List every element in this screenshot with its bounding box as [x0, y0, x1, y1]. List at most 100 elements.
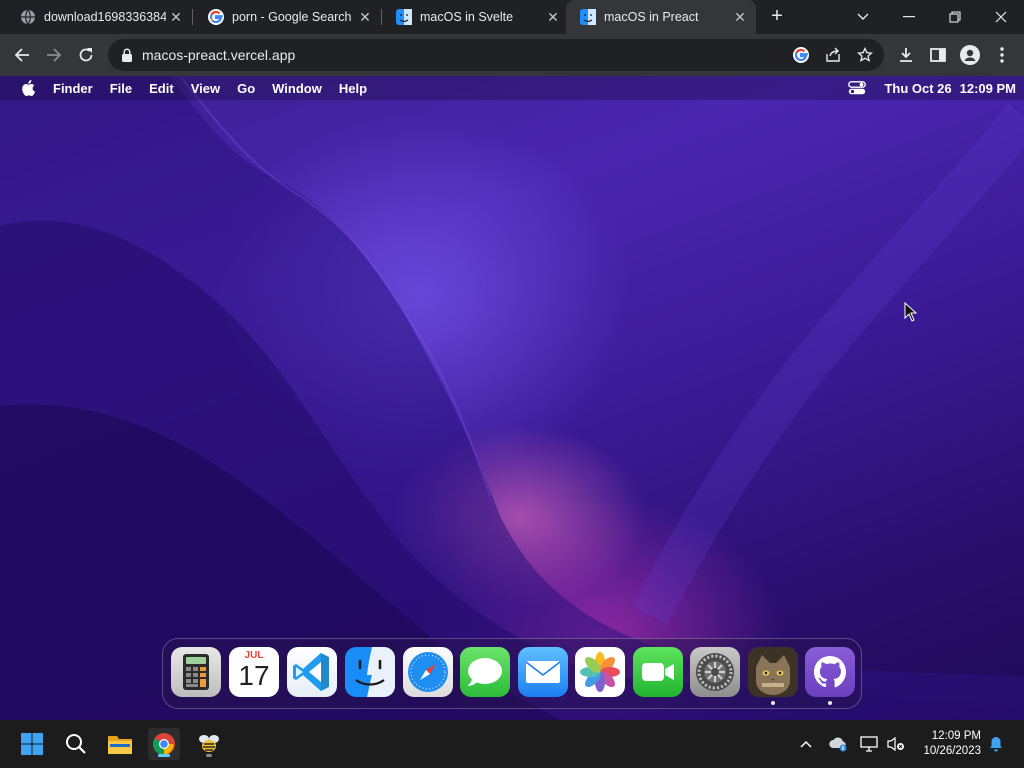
taskbar-time: 12:09 PM	[931, 730, 981, 742]
facetime-icon	[642, 663, 674, 681]
windows-logo-icon	[21, 733, 43, 755]
menu-edit[interactable]: Edit	[149, 81, 174, 96]
taskbar-date: 10/26/2023	[923, 745, 981, 757]
dock-vscode[interactable]	[287, 647, 337, 697]
dock-system-preferences[interactable]	[690, 647, 740, 697]
tab-title: macOS in Preact	[604, 10, 699, 24]
folder-icon	[108, 736, 132, 754]
tab-title: porn - Google Search	[232, 10, 352, 24]
finder-icon	[345, 647, 395, 697]
menu-go[interactable]: Go	[237, 81, 255, 96]
safari-icon	[408, 652, 448, 692]
browser-tab-strip: download1698336384 ✕ porn - Google Searc…	[0, 0, 1024, 34]
back-button[interactable]	[9, 42, 35, 68]
taskbar-chrome[interactable]	[148, 728, 180, 760]
volume-tray-icon[interactable]	[886, 734, 906, 754]
share-icon[interactable]	[822, 44, 844, 66]
calendar-day: 17	[238, 660, 270, 691]
macos-menubar: Finder File Edit View Go Window Help Thu…	[0, 76, 1024, 100]
chrome-icon	[153, 733, 175, 755]
menu-help[interactable]: Help	[339, 81, 367, 96]
tab-search-icon[interactable]	[840, 0, 886, 34]
browser-tab-3[interactable]: macOS in Svelte ✕	[376, 0, 569, 34]
google-icon	[208, 9, 224, 25]
menubar-time[interactable]: 12:09 PM	[960, 81, 1016, 96]
google-lens-icon[interactable]	[790, 44, 812, 66]
dock-cat-avatar[interactable]	[748, 647, 798, 697]
cloud-icon	[829, 737, 847, 752]
network-monitor-icon	[860, 736, 878, 752]
browser-tab-active[interactable]: macOS in Preact ✕	[566, 0, 756, 34]
github-icon	[814, 656, 846, 688]
notifications-button[interactable]	[986, 734, 1006, 754]
side-panel-icon[interactable]	[925, 42, 951, 68]
download-icon[interactable]	[893, 42, 919, 68]
taskbar-clock[interactable]: 12:09 PM 10/26/2023	[923, 729, 981, 759]
close-tab-icon[interactable]: ✕	[166, 9, 186, 26]
close-tab-icon[interactable]: ✕	[355, 9, 375, 26]
running-app-indicator	[206, 754, 212, 757]
taskbar-search-button[interactable]	[60, 728, 92, 760]
bee-icon	[199, 735, 219, 752]
browser-tab-2[interactable]: porn - Google Search ✕	[188, 0, 381, 34]
menubar-date[interactable]: Thu Oct 26	[884, 81, 951, 96]
profile-avatar-icon[interactable]	[957, 42, 983, 68]
restore-button[interactable]	[932, 0, 978, 34]
close-tab-icon[interactable]: ✕	[730, 9, 750, 26]
dock-calendar[interactable]: JUL 17	[229, 647, 279, 697]
photos-icon	[580, 652, 620, 692]
dock-calculator[interactable]	[171, 647, 221, 697]
close-window-button[interactable]	[978, 0, 1024, 34]
control-center-icon[interactable]	[848, 81, 867, 95]
chevron-up-icon	[800, 740, 812, 748]
dock-messages[interactable]	[460, 647, 510, 697]
start-button[interactable]	[16, 728, 48, 760]
onedrive-tray-icon[interactable]	[828, 734, 848, 754]
windows-taskbar: 12:09 PM 10/26/2023	[0, 720, 1024, 768]
calculator-icon	[183, 654, 209, 690]
dock-finder[interactable]	[345, 647, 395, 697]
apple-logo-icon[interactable]	[21, 80, 35, 96]
address-bar[interactable]: macos-preact.vercel.app	[108, 39, 884, 71]
running-indicator	[828, 701, 832, 705]
taskbar-file-explorer[interactable]	[104, 728, 136, 760]
network-tray-icon[interactable]	[859, 734, 879, 754]
menu-finder[interactable]: Finder	[53, 81, 93, 96]
bookmark-star-icon[interactable]	[854, 44, 876, 66]
tab-title: download1698336384	[44, 10, 166, 24]
running-indicator	[771, 701, 775, 705]
tab-title: macOS in Svelte	[420, 10, 514, 24]
close-tab-icon[interactable]: ✕	[543, 9, 563, 26]
macos-desktop: Finder File Edit View Go Window Help Thu…	[0, 76, 1024, 720]
new-tab-button[interactable]: +	[766, 5, 788, 27]
url-text[interactable]: macos-preact.vercel.app	[142, 47, 295, 63]
browser-tab-1[interactable]: download1698336384 ✕	[0, 0, 192, 34]
minimize-button[interactable]	[886, 0, 932, 34]
kebab-menu-icon[interactable]	[989, 42, 1015, 68]
messages-icon	[467, 658, 502, 686]
dock-mail[interactable]	[518, 647, 568, 697]
browser-toolbar: macos-preact.vercel.app	[0, 34, 1024, 76]
taskbar-bee-app[interactable]	[193, 728, 225, 760]
forward-button[interactable]	[41, 42, 67, 68]
dock-facetime[interactable]	[633, 647, 683, 697]
settings-icon	[696, 653, 734, 691]
show-hidden-icons-button[interactable]	[796, 734, 816, 754]
menu-view[interactable]: View	[191, 81, 220, 96]
finder-icon	[396, 9, 412, 25]
lock-icon[interactable]	[122, 48, 132, 62]
globe-icon	[20, 9, 36, 25]
speaker-muted-icon	[887, 736, 904, 752]
active-app-indicator	[158, 754, 170, 757]
mouse-cursor-icon	[904, 302, 917, 322]
menu-window[interactable]: Window	[272, 81, 322, 96]
macos-dock: JUL 17	[162, 638, 862, 709]
cat-avatar-icon	[748, 647, 798, 697]
dock-safari[interactable]	[403, 647, 453, 697]
dock-github[interactable]	[805, 647, 855, 697]
menu-file[interactable]: File	[110, 81, 132, 96]
reload-button[interactable]	[73, 42, 99, 68]
mail-icon	[525, 661, 561, 683]
bell-icon	[990, 737, 1002, 752]
dock-photos[interactable]	[575, 647, 625, 697]
